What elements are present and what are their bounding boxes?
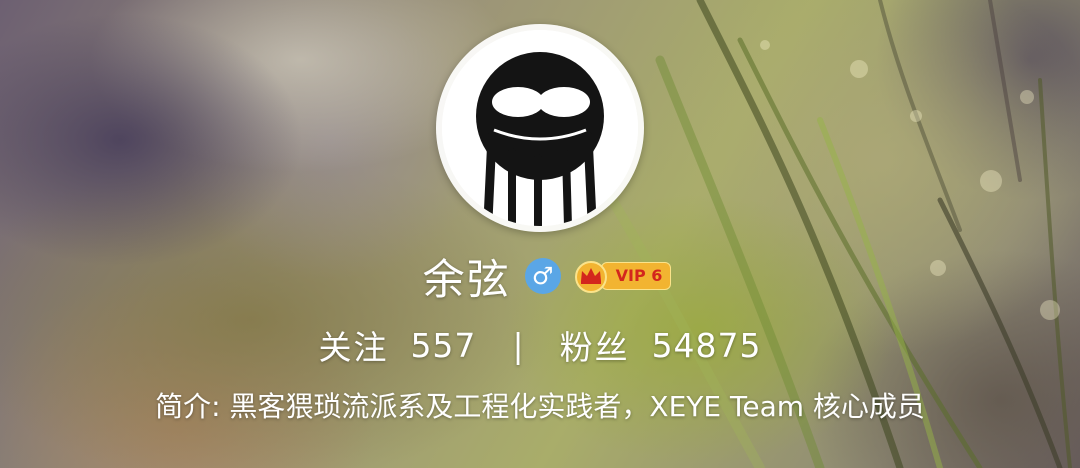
vip-badge[interactable]: VIP 6 bbox=[573, 260, 672, 293]
vip-level: VIP 6 bbox=[600, 262, 672, 290]
avatar-image bbox=[442, 30, 638, 226]
bokeh-light bbox=[760, 40, 770, 50]
following-count[interactable]: 557 bbox=[410, 326, 476, 365]
profile-bio: 简介: 黑客猥琐流派系及工程化实践者，XEYE Team 核心成员 bbox=[155, 390, 925, 423]
followers-count[interactable]: 54875 bbox=[652, 326, 762, 365]
bokeh-light bbox=[850, 60, 868, 78]
stats-row: 关注 557 | 粉丝 54875 bbox=[0, 320, 1080, 370]
male-icon: ♂ bbox=[524, 258, 561, 294]
user-name[interactable]: 余弦 bbox=[423, 246, 511, 307]
creature-avatar-icon bbox=[442, 30, 638, 226]
profile-banner: 余弦 ♂ VIP 6 关注 557 | 粉丝 54875 简介: 黑客猥琐流派系… bbox=[0, 0, 1080, 468]
stats-separator: | bbox=[512, 325, 524, 365]
crown-icon bbox=[574, 261, 607, 293]
bokeh-light bbox=[1020, 90, 1034, 104]
followers-label[interactable]: 粉丝 bbox=[560, 321, 630, 369]
bokeh-light bbox=[910, 110, 922, 122]
bokeh-light bbox=[980, 170, 1002, 192]
name-row: 余弦 ♂ VIP 6 bbox=[0, 246, 1080, 306]
following-label[interactable]: 关注 bbox=[318, 321, 388, 369]
avatar[interactable] bbox=[436, 24, 644, 232]
